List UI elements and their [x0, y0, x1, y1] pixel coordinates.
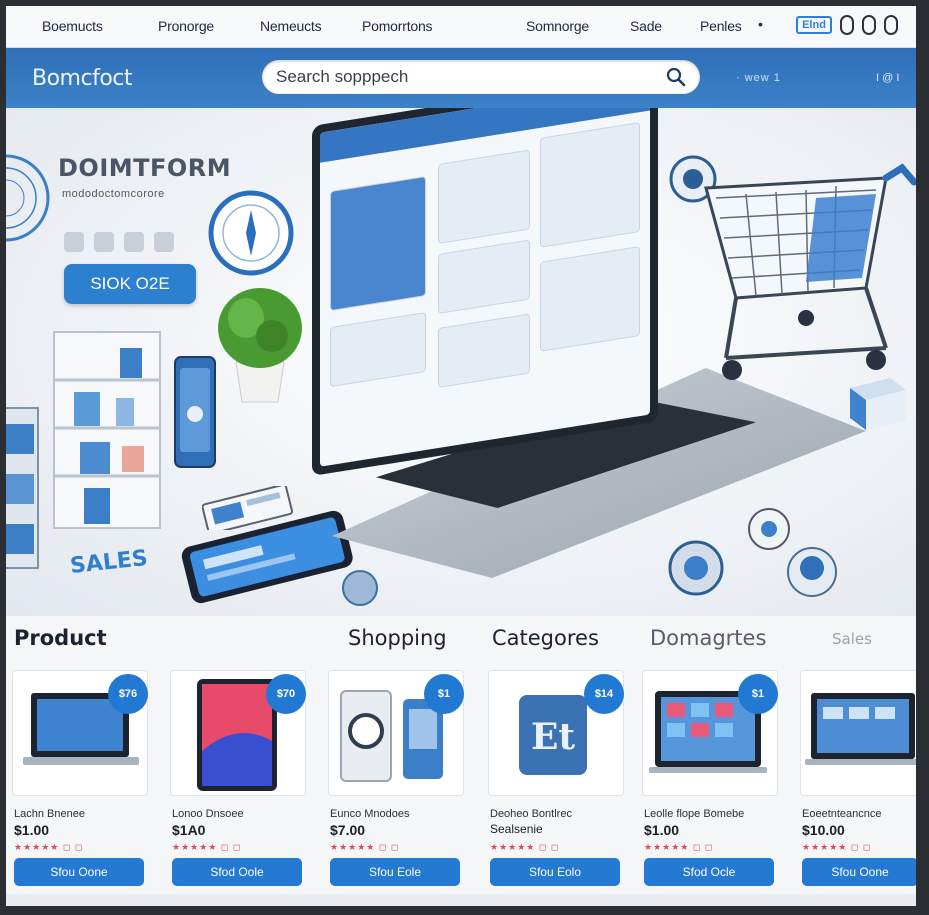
- product-card[interactable]: $76 Lachn Bnenee $1.00 ★★★★★ ◻ ◻ Sfou Oo…: [12, 670, 160, 898]
- shelf-illustration: [53, 331, 161, 529]
- product-name[interactable]: Leolle flope Bomebe: [644, 808, 784, 820]
- screen-product-tile: [438, 239, 530, 315]
- laptop-display: [320, 108, 650, 467]
- tablet-illustration: [202, 486, 293, 530]
- screen-product-tile: [438, 313, 530, 389]
- nav-link-2[interactable]: Pronorge: [158, 18, 214, 34]
- product-name[interactable]: Deoheo Bontlrec: [490, 808, 630, 820]
- shop-now-button[interactable]: Sfou Eole: [330, 858, 460, 886]
- nav-link-3[interactable]: Nemeucts: [260, 18, 322, 34]
- nav-link-7[interactable]: Penles: [700, 18, 742, 34]
- product-price: $7.00: [330, 822, 366, 838]
- product-image[interactable]: [800, 670, 916, 796]
- price-badge: $1: [738, 674, 778, 714]
- nav-link-6[interactable]: Sade: [630, 18, 662, 34]
- header-meta-right: I @ I: [876, 72, 900, 84]
- hero-cta-button[interactable]: SIOK O2E: [64, 264, 196, 304]
- hero-chip-icon: [64, 232, 84, 252]
- section-sales-heading[interactable]: Sales: [832, 630, 872, 648]
- product-name[interactable]: Eoeetnteancnce: [802, 808, 916, 820]
- header-meta-left: · wew 1: [736, 72, 781, 84]
- product-name[interactable]: Lachn Bnenee: [14, 808, 154, 820]
- wishlist-icon[interactable]: [862, 15, 876, 35]
- hero-title: DOIMTFORM: [58, 154, 232, 182]
- product-price: $1A0: [172, 822, 206, 838]
- hero-chip-icon: [124, 232, 144, 252]
- nav-link-1[interactable]: Boemucts: [42, 18, 103, 34]
- compass-icon: [208, 190, 294, 276]
- product-price: $10.00: [802, 822, 845, 838]
- product-card[interactable]: Eoeetnteancnce $10.00 ★★★★★ ◻ ◻ Sfou Oon…: [800, 670, 916, 898]
- section-shopping-heading[interactable]: Shopping: [348, 626, 447, 650]
- plant-illustration: [218, 288, 302, 403]
- shop-now-button[interactable]: Sfod Ocle: [644, 858, 774, 886]
- screen-product-tile: [330, 311, 426, 388]
- search-box: [262, 60, 700, 94]
- top-nav: Boemucts Pronorge Nemeucts Pomorrtons So…: [6, 6, 916, 48]
- shop-now-button[interactable]: Sfou Oone: [802, 858, 916, 886]
- product-card[interactable]: Et $14 Deoheo Bontlrec Sealsenie ★★★★★ ◻…: [488, 670, 636, 898]
- hero-icon-row: [64, 232, 174, 252]
- hero-chip-icon: [154, 232, 174, 252]
- header-bar: Bomcfoct · wew 1 I @ I: [6, 48, 916, 108]
- footer-bar: [6, 894, 916, 906]
- product-rating: ★★★★★ ◻ ◻: [14, 842, 84, 852]
- sphere-icon-2: [787, 547, 837, 597]
- shop-now-button[interactable]: Sfou Oone: [14, 858, 144, 886]
- section-categories-heading[interactable]: Categores: [492, 626, 599, 650]
- price-badge: $14: [584, 674, 624, 714]
- screen-app-grid: [330, 175, 426, 312]
- product-card[interactable]: $1 Leolle flope Bomebe $1.00 ★★★★★ ◻ ◻ S…: [642, 670, 790, 898]
- product-card[interactable]: $70 Lonoo Dnsoee $1A0 ★★★★★ ◻ ◻ Sfod Ool…: [170, 670, 318, 898]
- nav-link-4[interactable]: Pomorrtons: [362, 18, 433, 34]
- brand-logo[interactable]: Bomcfoct: [32, 66, 133, 91]
- product-name[interactable]: Lonoo Dnsoee: [172, 808, 312, 820]
- sphere-icon: [668, 540, 724, 596]
- product-rating: ★★★★★ ◻ ◻: [802, 842, 872, 852]
- product-rating: ★★★★★ ◻ ◻: [644, 842, 714, 852]
- hero-banner: DOIMTFORM mododoctomcorore SIOK O2E SALE…: [6, 108, 916, 616]
- product-name[interactable]: Eunco Mnodoes: [330, 808, 470, 820]
- nav-icons: Elnd: [796, 15, 898, 35]
- sales-label: SALES: [68, 546, 149, 579]
- product-card[interactable]: $1 Eunco Mnodoes $7.00 ★★★★★ ◻ ◻ Sfou Eo…: [328, 670, 476, 898]
- hero-subtitle: mododoctomcorore: [62, 188, 165, 200]
- shop-now-button[interactable]: Sfou Eolo: [490, 858, 620, 886]
- laptop-product-icon: [805, 693, 916, 765]
- product-price: $1.00: [14, 822, 50, 838]
- section-domagres-heading[interactable]: Domagrtes: [650, 626, 766, 650]
- box-illustration: [850, 378, 906, 430]
- sphere-icon-3: [748, 508, 790, 550]
- screen-product-tile: [438, 149, 530, 245]
- shopping-cart-illustration: [704, 163, 916, 380]
- account-icon[interactable]: [840, 15, 854, 35]
- phone-device-illustration: [174, 356, 216, 468]
- product-rating: ★★★★★ ◻ ◻: [172, 842, 242, 852]
- cart-icon[interactable]: [884, 15, 898, 35]
- dial-icon: [6, 154, 50, 242]
- product-rating: ★★★★★ ◻ ◻: [330, 842, 400, 852]
- laptop-screen: [312, 108, 658, 477]
- page: Boemucts Pronorge Nemeucts Pomorrtons So…: [6, 6, 916, 906]
- section-product-heading[interactable]: Product: [14, 626, 107, 650]
- screen-product-tile: [540, 246, 640, 352]
- price-badge: $70: [266, 674, 306, 714]
- search-input[interactable]: [276, 66, 656, 88]
- side-box-illustration: [6, 407, 39, 569]
- shop-now-button[interactable]: Sfod Oole: [172, 858, 302, 886]
- nav-link-5[interactable]: Somnorge: [526, 18, 589, 34]
- nav-dropdown-dot: •: [758, 16, 763, 32]
- product-price: $1.00: [644, 822, 680, 838]
- flag-icon[interactable]: Elnd: [796, 16, 832, 34]
- price-badge: $76: [108, 674, 148, 714]
- screen-cart-tile: [540, 122, 640, 248]
- product-price: Sealsenie: [490, 822, 543, 836]
- search-icon[interactable]: [666, 67, 686, 87]
- product-rating: ★★★★★ ◻ ◻: [490, 842, 560, 852]
- price-badge: $1: [424, 674, 464, 714]
- hero-chip-icon: [94, 232, 114, 252]
- svg-text:Et: Et: [531, 716, 575, 758]
